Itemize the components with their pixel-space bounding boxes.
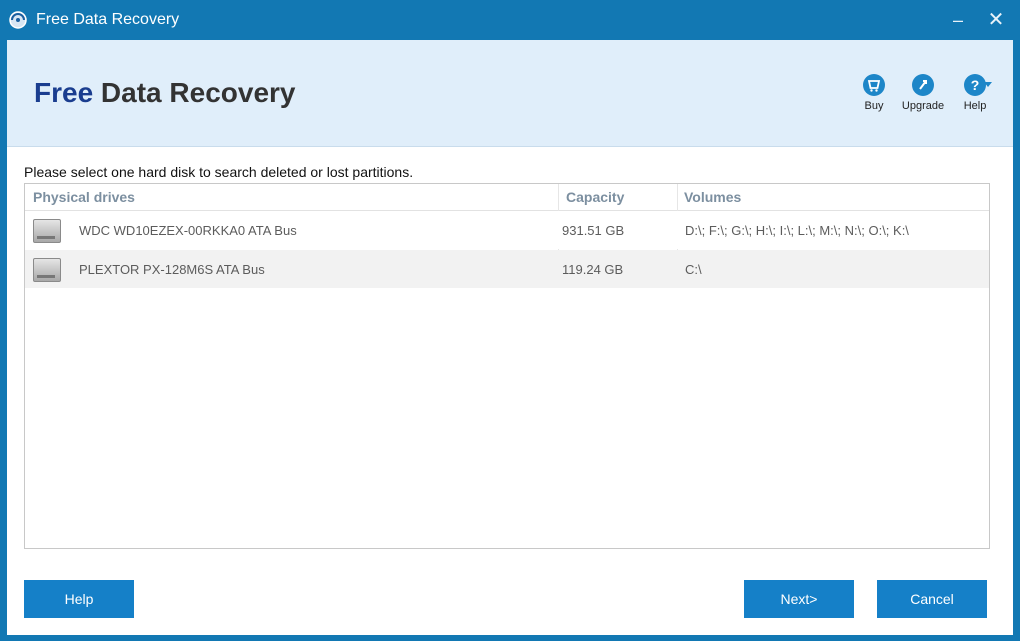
help-button[interactable]: Help	[24, 580, 134, 618]
column-header-physical-drives[interactable]: Physical drives	[33, 189, 135, 205]
question-icon: ?	[964, 74, 986, 96]
header-banner: Free Data Recovery Buy Upgrade ? Help	[7, 40, 1013, 147]
window-title: Free Data Recovery	[36, 11, 180, 28]
hard-disk-icon	[33, 219, 61, 243]
hard-disk-icon	[33, 258, 61, 282]
brand-title-accent: Free	[34, 77, 94, 108]
next-button[interactable]: Next>	[744, 580, 854, 618]
column-header-volumes[interactable]: Volumes	[684, 189, 741, 205]
close-button[interactable]: ✕	[983, 8, 1009, 32]
help-menu-label: Help	[963, 100, 987, 112]
brand-title-rest: Data Recovery	[93, 77, 296, 108]
table-row[interactable]: PLEXTOR PX-128M6S ATA Bus 119.24 GB C:\	[25, 250, 989, 288]
upgrade-label: Upgrade	[901, 100, 945, 112]
drive-volumes: D:\; F:\; G:\; H:\; I:\; L:\; M:\; N:\; …	[685, 223, 909, 238]
chevron-down-icon	[984, 82, 992, 87]
upgrade-button[interactable]: Upgrade	[893, 74, 953, 124]
help-menu-button[interactable]: ? Help	[945, 74, 1005, 124]
column-header-capacity[interactable]: Capacity	[566, 189, 624, 205]
drive-capacity: 931.51 GB	[562, 223, 625, 238]
table-row[interactable]: WDC WD10EZEX-00RKKA0 ATA Bus 931.51 GB D…	[25, 211, 989, 249]
cart-icon	[863, 74, 885, 96]
title-bar[interactable]: Free Data Recovery – ✕	[0, 0, 1020, 40]
upgrade-icon	[912, 74, 934, 96]
brand-title: Free Data Recovery	[34, 77, 296, 109]
instruction-text: Please select one hard disk to search de…	[24, 164, 414, 180]
drive-volumes: C:\	[685, 262, 702, 277]
client-area: Free Data Recovery Buy Upgrade ? Help Pl…	[7, 40, 1013, 635]
cancel-button[interactable]: Cancel	[877, 580, 987, 618]
drive-capacity: 119.24 GB	[562, 262, 624, 277]
drives-table: Physical drives Capacity Volumes WDC WD1…	[24, 183, 990, 549]
app-window: Free Data Recovery – ✕ Free Data Recover…	[0, 0, 1020, 641]
minimize-button[interactable]: –	[945, 8, 971, 32]
drive-name: WDC WD10EZEX-00RKKA0 ATA Bus	[79, 223, 297, 238]
table-header: Physical drives Capacity Volumes	[25, 184, 989, 211]
drive-name: PLEXTOR PX-128M6S ATA Bus	[79, 262, 265, 277]
app-icon	[9, 11, 27, 29]
